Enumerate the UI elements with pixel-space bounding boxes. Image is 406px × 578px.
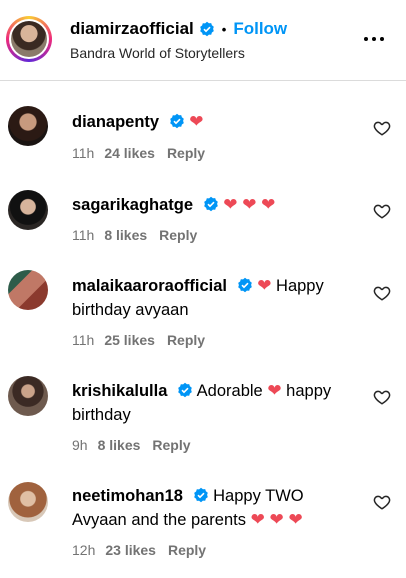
comment-text: sagarikaghatge ❤ ❤ ❤ xyxy=(72,193,344,217)
comment-time[interactable]: 11h xyxy=(72,227,94,243)
reply-button[interactable]: Reply xyxy=(167,145,205,161)
heart-outline-icon[interactable] xyxy=(373,119,391,137)
comment-time[interactable]: 12h xyxy=(72,542,95,558)
verified-badge-icon xyxy=(193,487,208,503)
header-separator: • xyxy=(221,21,227,37)
verified-badge-icon xyxy=(237,277,252,293)
reply-button[interactable]: Reply xyxy=(152,437,190,453)
comment-text: krishikalulla Adorable ❤ happy birthday xyxy=(72,379,344,427)
heart-emojis: ❤ ❤ ❤ xyxy=(223,195,276,214)
comment-text: dianapenty ❤ xyxy=(72,110,344,134)
verified-badge-icon xyxy=(178,382,192,398)
commenter-avatar[interactable] xyxy=(8,482,48,522)
comment-username[interactable]: sagarikaghatge xyxy=(72,196,193,214)
comment-username[interactable]: neetimohan18 xyxy=(72,487,183,505)
commenter-avatar[interactable] xyxy=(8,376,48,416)
header-avatar[interactable] xyxy=(6,16,52,62)
heart-emoji: ❤ xyxy=(257,276,272,295)
follow-button[interactable]: Follow xyxy=(233,19,287,39)
heart-outline-icon[interactable] xyxy=(373,493,391,511)
comment-username[interactable]: malaikaaroraofficial xyxy=(72,277,227,295)
comment-meta: 11h 25 likes Reply xyxy=(72,332,205,348)
comment-text: neetimohan18 Happy TWO Avyaan and the pa… xyxy=(72,484,344,532)
verified-badge-icon xyxy=(203,196,218,212)
comment-likes[interactable]: 25 likes xyxy=(104,332,155,348)
verified-badge-icon xyxy=(199,21,214,37)
comment-meta: 9h 8 likes Reply xyxy=(72,437,191,453)
heart-emoji: ❤ xyxy=(267,381,282,400)
heart-outline-icon[interactable] xyxy=(373,284,391,302)
comment-username[interactable]: dianapenty xyxy=(72,113,159,131)
reply-button[interactable]: Reply xyxy=(168,542,206,558)
comment-meta: 11h 8 likes Reply xyxy=(72,227,197,243)
comment-likes[interactable]: 24 likes xyxy=(104,145,155,161)
reply-button[interactable]: Reply xyxy=(159,227,197,243)
heart-emojis: ❤ ❤ ❤ xyxy=(250,510,303,529)
post-header: diamirzaofficial • Follow Bandra World o… xyxy=(0,0,406,81)
heart-outline-icon[interactable] xyxy=(373,388,391,406)
comment-text: malaikaaroraofficial ❤ Happy birthday av… xyxy=(72,274,344,322)
heart-outline-icon[interactable] xyxy=(373,202,391,220)
comment-time[interactable]: 11h xyxy=(72,332,94,348)
comment-likes[interactable]: 8 likes xyxy=(104,227,147,243)
commenter-avatar[interactable] xyxy=(8,190,48,230)
reply-button[interactable]: Reply xyxy=(167,332,205,348)
comment-likes[interactable]: 8 likes xyxy=(98,437,141,453)
header-title-row: diamirzaofficial • Follow xyxy=(70,19,287,39)
comment-meta: 11h 24 likes Reply xyxy=(72,145,205,161)
comment-body-before: Adorable xyxy=(196,382,263,400)
comment-time[interactable]: 11h xyxy=(72,145,94,161)
verified-badge-icon xyxy=(169,113,184,129)
header-username[interactable]: diamirzaofficial xyxy=(70,19,194,39)
comment-time[interactable]: 9h xyxy=(72,437,88,453)
header-location[interactable]: Bandra World of Storytellers xyxy=(70,45,245,61)
comment-likes[interactable]: 23 likes xyxy=(105,542,156,558)
more-options-icon[interactable] xyxy=(362,26,386,50)
comment-meta: 12h 23 likes Reply xyxy=(72,542,206,558)
commenter-avatar[interactable] xyxy=(8,106,48,146)
heart-emoji: ❤ xyxy=(189,112,204,131)
header-avatar-photo xyxy=(11,21,47,57)
commenter-avatar[interactable] xyxy=(8,270,48,310)
comment-username[interactable]: krishikalulla xyxy=(72,382,167,400)
